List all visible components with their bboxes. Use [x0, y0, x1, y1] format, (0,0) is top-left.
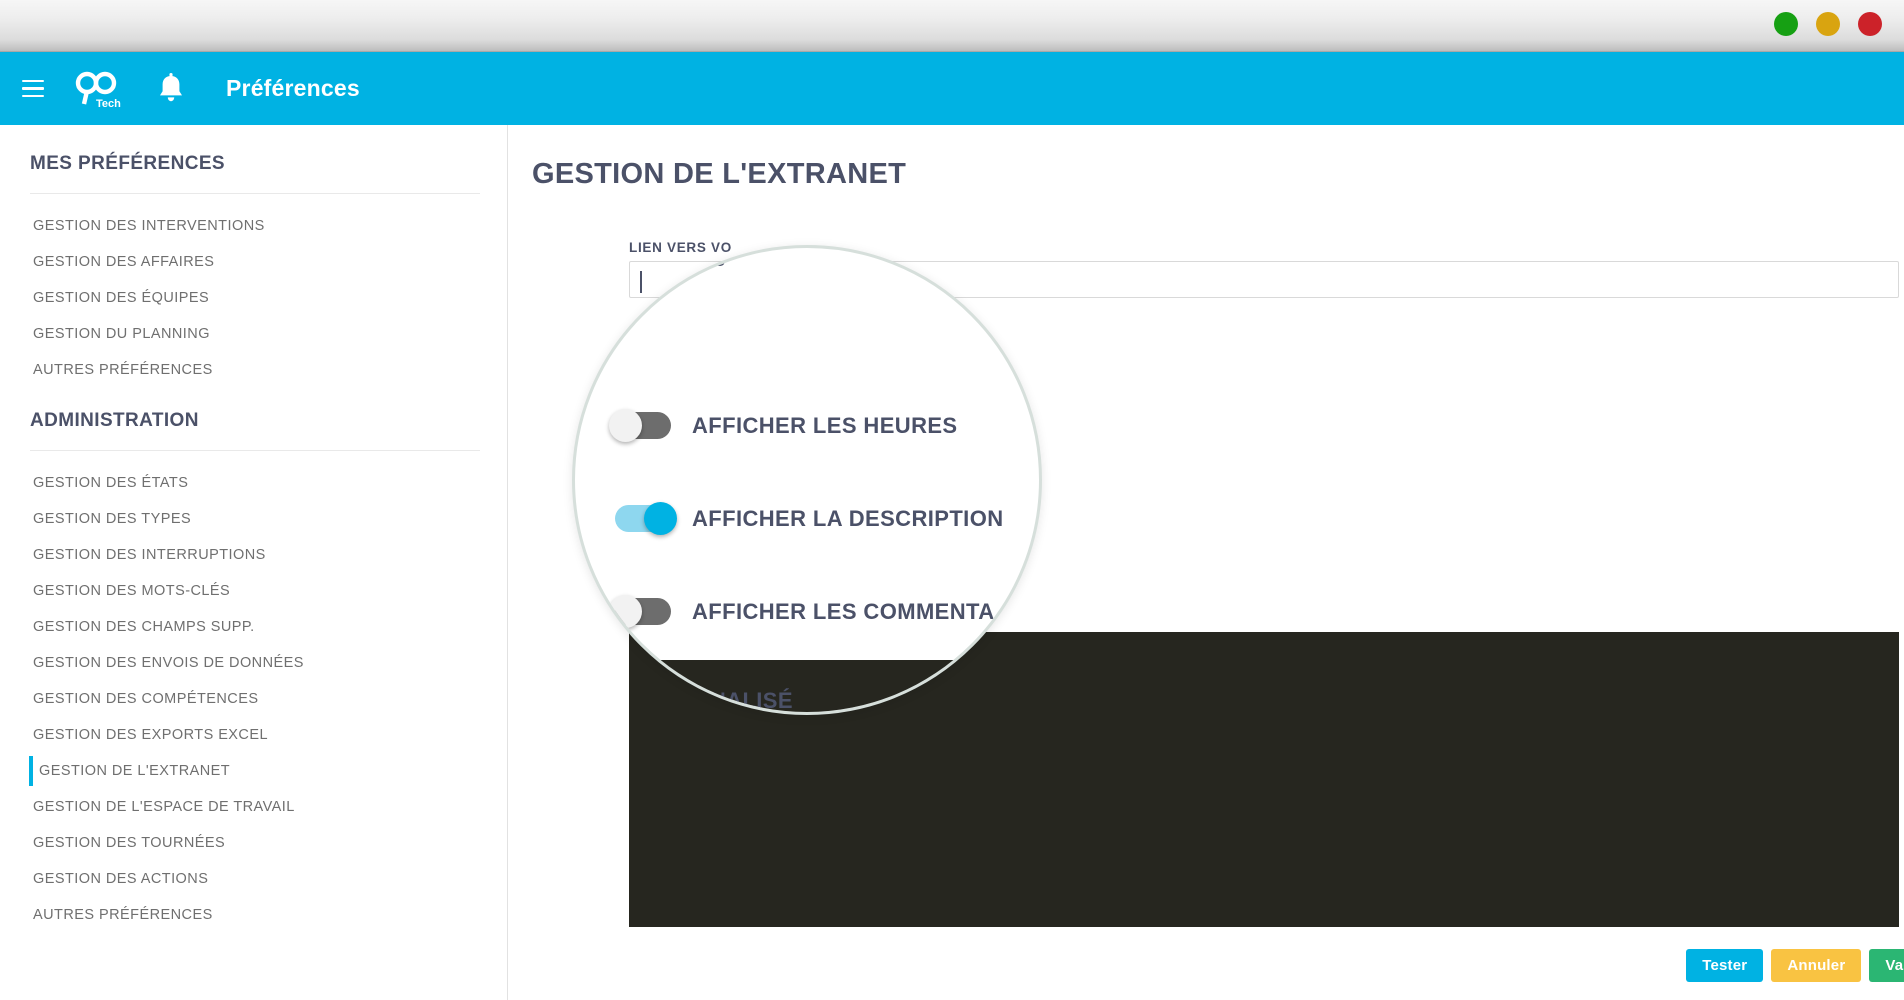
toggle-afficher-les-heures[interactable] [609, 409, 671, 442]
sidebar-item-gestion-des-etats[interactable]: GESTION DES ÉTATS [0, 465, 507, 501]
sidebar-divider-2 [30, 450, 480, 451]
sidebar-item-label: GESTION DES TYPES [33, 511, 192, 527]
toggle-afficher-la-description[interactable] [615, 502, 677, 535]
sidebar-item-label: GESTION DES INTERRUPTIONS [33, 547, 266, 563]
window-close-button[interactable] [1858, 12, 1882, 36]
sidebar-section-title-preferences: MES PRÉFÉRENCES [30, 153, 225, 174]
sidebar-item-label: GESTION DES CHAMPS SUPP. [33, 619, 255, 635]
sidebar-item-gestion-des-envois-de-donnees[interactable]: GESTION DES ENVOIS DE DONNÉES [0, 645, 507, 681]
sidebar-divider-1 [30, 193, 480, 194]
toggle-knob [609, 409, 642, 442]
window-controls [1774, 12, 1882, 36]
sidebar-list-preferences: GESTION DES INTERVENTIONS GESTION DES AF… [0, 208, 507, 388]
form-action-bar: Tester Annuler Valider [1686, 945, 1904, 985]
hamburger-menu-icon[interactable] [16, 72, 50, 106]
sidebar-navigation: MES PRÉFÉRENCES GESTION DES INTERVENTION… [0, 125, 508, 1000]
sidebar-item-label: AUTRES PRÉFÉRENCES [33, 907, 213, 923]
svg-text:Tech: Tech [96, 98, 121, 110]
magnified-link-field-label: LIEN VERS VO [623, 254, 726, 269]
sidebar-list-administration: GESTION DES ÉTATS GESTION DES TYPES GEST… [0, 465, 507, 933]
sidebar-item-label: GESTION DES EXPORTS EXCEL [33, 727, 268, 743]
sidebar-item-label: GESTION DES ÉTATS [33, 475, 189, 491]
sidebar-item-autres-preferences[interactable]: AUTRES PRÉFÉRENCES [0, 352, 507, 388]
sidebar-item-gestion-des-interventions[interactable]: GESTION DES INTERVENTIONS [0, 208, 507, 244]
sidebar-item-gestion-des-competences[interactable]: GESTION DES COMPÉTENCES [0, 681, 507, 717]
sidebar-item-gestion-des-actions[interactable]: GESTION DES ACTIONS [0, 861, 507, 897]
sidebar-item-label: GESTION DES MOTS-CLÉS [33, 583, 231, 599]
sidebar-item-label: GESTION DU PLANNING [33, 326, 210, 342]
sidebar-item-label: GESTION DES ACTIONS [33, 871, 209, 887]
sidebar-item-gestion-des-types[interactable]: GESTION DES TYPES [0, 501, 507, 537]
notification-bell-icon[interactable] [156, 72, 186, 106]
sidebar-item-label: GESTION DES INTERVENTIONS [33, 218, 265, 234]
toggle-row-afficher-la-description: AFFICHER LA DESCRIPTION [615, 502, 1004, 535]
sidebar-item-gestion-de-l-extranet[interactable]: GESTION DE L'EXTRANET [0, 753, 507, 789]
sidebar-item-label: GESTION DES ENVOIS DE DONNÉES [33, 655, 304, 671]
sidebar-item-label: GESTION DES ÉQUIPES [33, 290, 210, 306]
sidebar-item-label: GESTION DES TOURNÉES [33, 835, 226, 851]
confirm-button[interactable]: Valider [1869, 948, 1904, 982]
sidebar-item-gestion-des-equipes[interactable]: GESTION DES ÉQUIPES [0, 280, 507, 316]
sidebar-item-label: GESTION DE L'EXTRANET [39, 763, 231, 779]
sidebar-item-label: GESTION DE L'ESPACE DE TRAVAIL [33, 799, 295, 815]
sidebar-item-gestion-du-planning[interactable]: GESTION DU PLANNING [0, 316, 507, 352]
cancel-button[interactable]: Annuler [1771, 948, 1862, 982]
app-header-bar: Tech Préférences [0, 52, 1904, 125]
content-page-title: GESTION DE L'EXTRANET [532, 158, 907, 190]
sidebar-item-gestion-de-l-espace-de-travail[interactable]: GESTION DE L'ESPACE DE TRAVAIL [0, 789, 507, 825]
sidebar-section-title-administration: ADMINISTRATION [30, 410, 199, 431]
brand-logo-icon[interactable]: Tech [70, 67, 126, 111]
sidebar-item-label: GESTION DES COMPÉTENCES [33, 691, 259, 707]
toggle-label-afficher-la-description: AFFICHER LA DESCRIPTION [692, 505, 1004, 531]
main-content-area: GESTION DE L'EXTRANET LIEN VERS VO LIEN … [509, 125, 1904, 1000]
toggle-row-afficher-les-heures: AFFICHER LES HEURES [609, 409, 958, 442]
page-header-title: Préférences [226, 75, 360, 101]
toggle-knob [609, 595, 642, 628]
toggle-knob [644, 502, 677, 535]
window-maximize-button[interactable] [1816, 12, 1840, 36]
sidebar-item-gestion-des-affaires[interactable]: GESTION DES AFFAIRES [0, 244, 507, 280]
test-button[interactable]: Tester [1686, 948, 1764, 982]
sidebar-item-gestion-des-exports-excel[interactable]: GESTION DES EXPORTS EXCEL [0, 717, 507, 753]
sidebar-item-gestion-des-tournees[interactable]: GESTION DES TOURNÉES [0, 825, 507, 861]
toggle-label-afficher-les-commentaires: AFFICHER LES COMMENTA [692, 598, 995, 624]
sidebar-item-gestion-des-interruptions[interactable]: GESTION DES INTERRUPTIONS [0, 537, 507, 573]
toggle-label-afficher-les-heures: AFFICHER LES HEURES [692, 412, 958, 438]
window-minimize-button[interactable] [1774, 12, 1798, 36]
text-cursor [640, 271, 642, 293]
sidebar-item-gestion-des-champs-supp[interactable]: GESTION DES CHAMPS SUPP. [0, 609, 507, 645]
sidebar-item-label: AUTRES PRÉFÉRENCES [33, 362, 213, 378]
window-titlebar [0, 0, 1904, 52]
magnified-clipped-label: SONNALISÉ [661, 688, 793, 713]
sidebar-item-label: GESTION DES AFFAIRES [33, 254, 215, 270]
sidebar-item-gestion-des-mots-cles[interactable]: GESTION DES MOTS-CLÉS [0, 573, 507, 609]
toggle-afficher-les-commentaires[interactable] [609, 595, 671, 628]
magnifier-loupe: LIEN VERS VO AFFICHER LES HEURES AFFICHE… [572, 245, 1042, 715]
sidebar-item-autres-preferences-admin[interactable]: AUTRES PRÉFÉRENCES [0, 897, 507, 933]
toggle-row-afficher-les-commentaires: AFFICHER LES COMMENTA [609, 595, 995, 628]
